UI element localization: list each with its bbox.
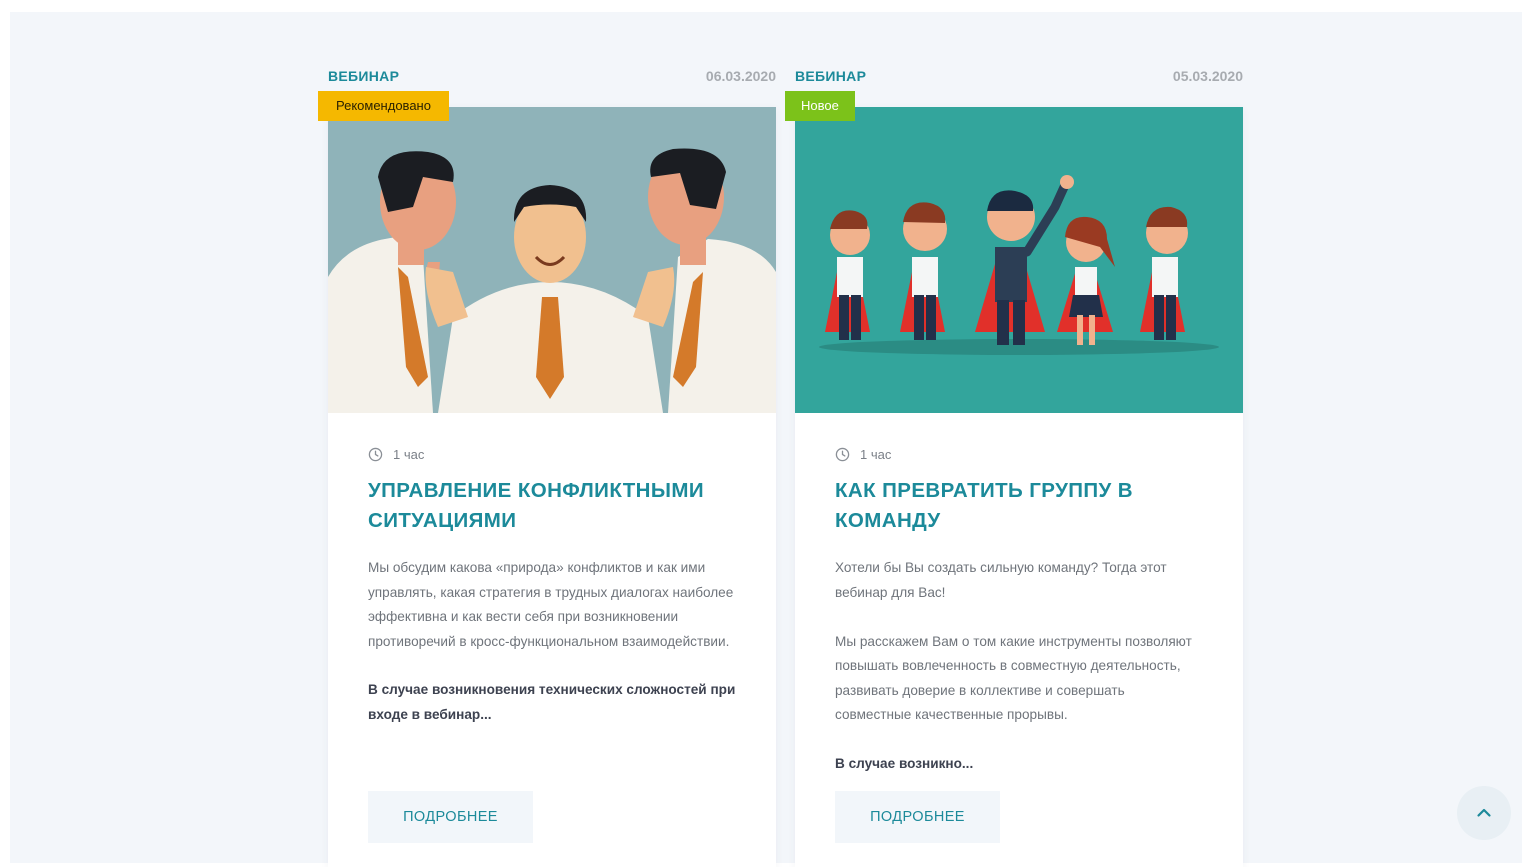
webinar-card: 1 час Как превратить группу в команду Хо… <box>795 107 1243 867</box>
duration-text: 1 час <box>393 446 425 462</box>
card-note: В случае возникновения технических сложн… <box>368 682 736 722</box>
description-paragraph: Хотели бы Вы создать сильную команду? То… <box>835 560 1167 600</box>
card-title[interactable]: Как превратить группу в команду <box>835 476 1203 536</box>
details-button[interactable]: ПОДРОБНЕЕ <box>835 791 1000 843</box>
webinar-card: 1 час Управление конфликтными ситуациями… <box>328 107 776 867</box>
card-illustration[interactable] <box>328 107 776 413</box>
card-type-label: ВЕБИНАР <box>795 68 867 84</box>
card-description: Мы обсудим какова «природа» конфликтов и… <box>368 556 736 654</box>
recommended-badge: Рекомендовано <box>318 91 449 121</box>
duration-text: 1 час <box>860 446 892 462</box>
chevron-up-icon <box>1477 808 1491 817</box>
description-paragraph: Мы расскажем Вам о том какие инструменты… <box>835 633 1192 723</box>
card-body: 1 час Управление конфликтными ситуациями… <box>368 413 736 727</box>
conflict-illustration <box>328 107 776 413</box>
card-body: 1 час Как превратить группу в команду Хо… <box>835 413 1203 776</box>
card-date: 05.03.2020 <box>1172 68 1243 84</box>
card-description: Хотели бы Вы создать сильную команду? То… <box>835 556 1203 728</box>
scroll-to-top-button[interactable] <box>1457 786 1511 840</box>
clock-icon <box>835 447 850 461</box>
webinar-card-column: ВЕБИНАР 05.03.2020 Новое 1 час КАК ПРЕВР… <box>785 12 1243 867</box>
duration: 1 час <box>368 446 736 462</box>
superhero-team-illustration <box>795 107 1243 413</box>
new-badge: Новое <box>785 91 855 121</box>
card-date: 06.03.2020 <box>705 68 776 84</box>
card-title[interactable]: Управление конфликтными ситуациями <box>368 476 736 536</box>
card-note: В случае возникно... <box>835 755 974 771</box>
webinar-card-column: ВЕБИНАР 06.03.2020 Рекомендовано 1 час У… <box>318 12 776 867</box>
details-button[interactable]: ПОДРОБНЕЕ <box>368 791 533 843</box>
description-paragraph: Мы обсудим какова «природа» конфликтов и… <box>368 560 734 649</box>
duration: 1 час <box>835 446 1203 462</box>
card-type-label: ВЕБИНАР <box>328 68 400 84</box>
card-illustration[interactable] <box>795 107 1243 413</box>
clock-icon <box>368 447 383 461</box>
webinar-list: ВЕБИНАР 06.03.2020 Рекомендовано 1 час У… <box>10 12 1522 867</box>
